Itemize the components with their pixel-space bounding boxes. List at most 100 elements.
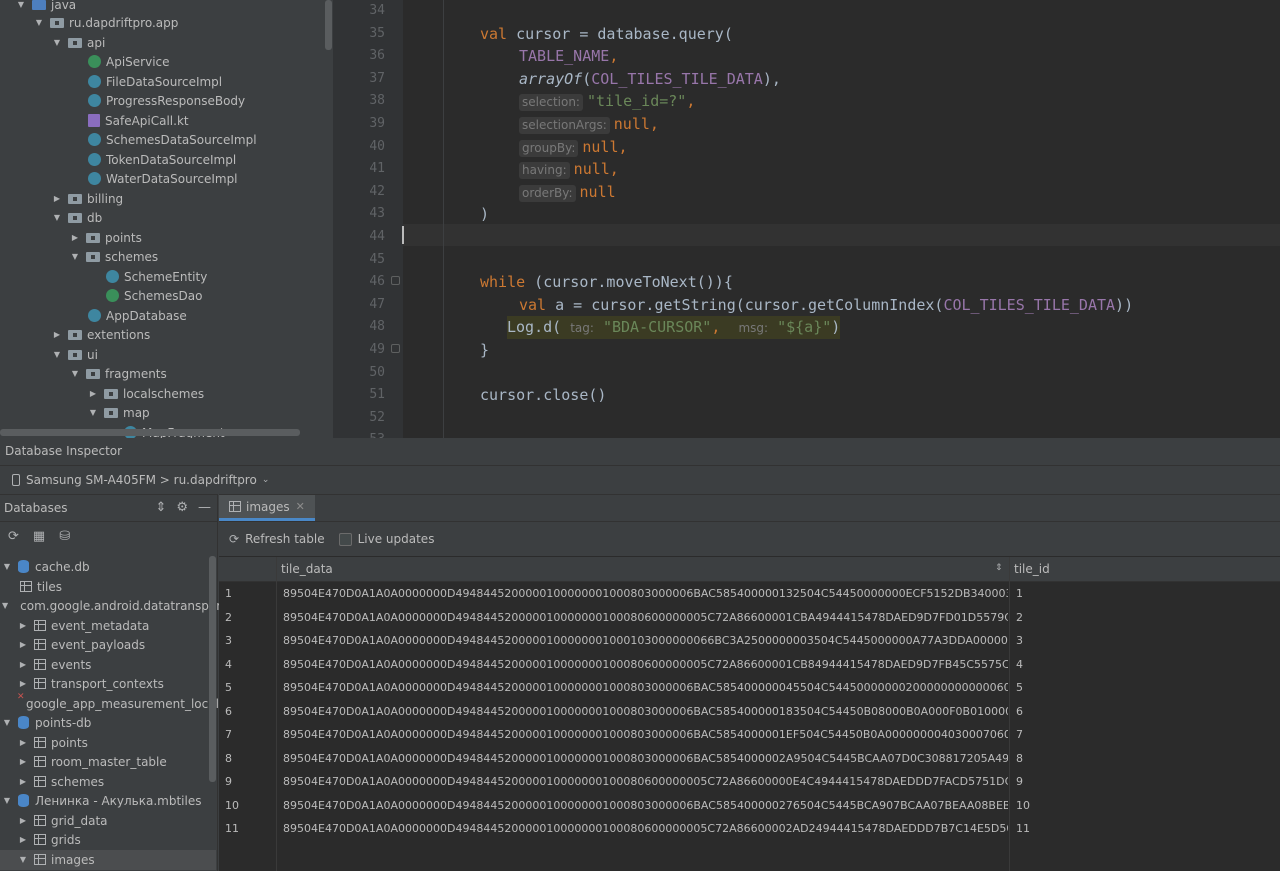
table-item-grid-data[interactable]: ▶ grid_data — [18, 811, 208, 831]
column-header-tile-data[interactable]: tile_data — [277, 557, 333, 582]
minimize-icon[interactable]: — — [198, 500, 211, 515]
tile-id-cell[interactable]: 1 — [1016, 582, 1076, 606]
tree-item-api[interactable]: ▼ api — [52, 33, 105, 52]
table-item-event-metadata[interactable]: ▶ event_metadata — [18, 616, 208, 636]
tree-item-billing[interactable]: ▶ billing — [52, 189, 123, 208]
tree-item-db[interactable]: ▼ db — [52, 208, 102, 227]
collapse-arrow-icon[interactable]: ▶ — [18, 757, 28, 767]
tree-item-appdatabase[interactable]: AppDatabase — [88, 306, 187, 325]
expand-arrow-icon[interactable]: ▼ — [52, 213, 62, 223]
tile-data-cell[interactable]: 89504E470D0A1A0A0000000D4948445200000100… — [283, 606, 1008, 630]
table-item-grids[interactable]: ▶ grids — [18, 830, 208, 850]
horizontal-scrollbar[interactable] — [0, 429, 300, 436]
tile-id-cell[interactable]: 6 — [1016, 700, 1076, 724]
tree-item-map[interactable]: ▼ map — [88, 403, 150, 422]
expand-arrow-icon[interactable]: ▼ — [52, 38, 62, 48]
tree-item-java[interactable]: ▼ java — [16, 0, 76, 14]
sort-icon[interactable]: ⇕ — [995, 563, 1003, 573]
table-row[interactable]: 5 89504E470D0A1A0A0000000D494844520000010… — [219, 676, 1280, 700]
data-grid[interactable]: tile_data ⇕ tile_id 1 89504E470D0A1A0A000… — [219, 557, 1280, 871]
collapse-arrow-icon[interactable]: ▶ — [18, 660, 28, 670]
vertical-scrollbar[interactable] — [325, 0, 332, 50]
expand-arrow-icon[interactable]: ▼ — [2, 796, 12, 806]
tile-id-cell[interactable]: 5 — [1016, 676, 1076, 700]
collapse-arrow-icon[interactable]: ▶ — [88, 389, 98, 399]
table-item-points[interactable]: ▶ points — [18, 733, 208, 753]
tree-item-package-app[interactable]: ▼ ru.dapdriftpro.app — [34, 13, 178, 32]
collapse-arrow-icon[interactable]: ▶ — [18, 621, 28, 631]
databases-scrollbar[interactable] — [209, 556, 216, 782]
tree-item-filedatasourceimpl[interactable]: FileDataSourceImpl — [88, 72, 222, 91]
collapse-arrow-icon[interactable]: ▶ — [70, 233, 80, 243]
tile-id-cell[interactable]: 10 — [1016, 794, 1076, 818]
table-item-schemes[interactable]: ▶ schemes — [18, 772, 208, 792]
tile-id-cell[interactable]: 11 — [1016, 817, 1076, 841]
table-row[interactable]: 7 89504E470D0A1A0A0000000D494844520000010… — [219, 723, 1280, 747]
collapse-arrow-icon[interactable]: ▶ — [18, 835, 28, 845]
collapse-arrow-icon[interactable]: ▶ — [18, 679, 28, 689]
table-row[interactable]: 3 89504E470D0A1A0A0000000D494844520000010… — [219, 629, 1280, 653]
tile-data-cell[interactable]: 89504E470D0A1A0A0000000D4948445200000100… — [283, 629, 1008, 653]
refresh-table-button[interactable]: Refresh table — [245, 532, 325, 546]
table-row[interactable]: 8 89504E470D0A1A0A0000000D494844520000010… — [219, 747, 1280, 771]
collapse-arrow-icon[interactable]: ▶ — [52, 330, 62, 340]
expand-arrow-icon[interactable]: ▼ — [2, 718, 12, 728]
collapse-arrow-icon[interactable]: ▶ — [52, 194, 62, 204]
expand-arrow-icon[interactable]: ▼ — [70, 252, 80, 262]
tile-data-cell[interactable]: 89504E470D0A1A0A0000000D4948445200000100… — [283, 700, 1008, 724]
tile-data-cell[interactable]: 89504E470D0A1A0A0000000D4948445200000100… — [283, 770, 1008, 794]
table-item-room-master-table[interactable]: ▶ room_master_table — [18, 752, 208, 772]
table-item-tiles[interactable]: tiles — [20, 577, 210, 597]
table-row[interactable]: 10 89504E470D0A1A0A0000000D49484452000001… — [219, 794, 1280, 818]
tree-item-safeapicall[interactable]: SafeApiCall.kt — [88, 111, 189, 130]
tree-item-tokendatasourceimpl[interactable]: TokenDataSourceImpl — [88, 150, 236, 169]
tile-id-cell[interactable]: 2 — [1016, 606, 1076, 630]
tab-images[interactable]: images ✕ — [219, 495, 315, 521]
table-row[interactable]: 4 89504E470D0A1A0A0000000D494844520000010… — [219, 653, 1280, 677]
tile-data-cell[interactable]: 89504E470D0A1A0A0000000D4948445200000100… — [283, 582, 1008, 606]
tile-data-cell[interactable]: 89504E470D0A1A0A0000000D4948445200000100… — [283, 723, 1008, 747]
fold-marker-icon[interactable] — [391, 344, 400, 353]
table-item-event-payloads[interactable]: ▶ event_payloads — [18, 635, 208, 655]
live-updates-checkbox[interactable] — [338, 532, 352, 546]
tile-data-cell[interactable]: 89504E470D0A1A0A0000000D4948445200000100… — [283, 676, 1008, 700]
tile-id-cell[interactable]: 8 — [1016, 747, 1076, 771]
tree-item-extentions[interactable]: ▶ extentions — [52, 325, 150, 344]
expand-arrow-icon[interactable]: ▼ — [2, 562, 12, 572]
device-selector[interactable]: Samsung SM-A405FM > ru.dapdriftpro ⌄ — [0, 465, 1280, 493]
tile-data-cell[interactable]: 89504E470D0A1A0A0000000D4948445200000100… — [283, 794, 1008, 818]
expand-arrow-icon[interactable]: ▼ — [88, 408, 98, 418]
db-item-cache-db[interactable]: ▼ cache.db — [2, 557, 210, 577]
column-header-tile-id[interactable]: tile_id — [1010, 557, 1050, 582]
refresh-icon[interactable]: ⟳ — [8, 529, 19, 544]
table-row[interactable]: 1 89504E470D0A1A0A0000000D494844520000010… — [219, 582, 1280, 606]
tile-id-cell[interactable]: 7 — [1016, 723, 1076, 747]
table-row[interactable]: 2 89504E470D0A1A0A0000000D494844520000010… — [219, 606, 1280, 630]
table-item-transport-contexts[interactable]: ▶ transport_contexts — [18, 674, 208, 694]
expand-arrow-icon[interactable]: ▼ — [52, 350, 62, 360]
table-row[interactable]: 6 89504E470D0A1A0A0000000D494844520000010… — [219, 700, 1280, 724]
table-row[interactable]: 11 89504E470D0A1A0A0000000D49484452000001… — [219, 817, 1280, 841]
tile-data-cell[interactable]: 89504E470D0A1A0A0000000D4948445200000100… — [283, 747, 1008, 771]
expand-arrow-icon[interactable]: ▼ — [34, 18, 44, 28]
table-item-events[interactable]: ▶ events — [18, 655, 208, 675]
tree-item-localschemes[interactable]: ▶ localschemes — [88, 384, 204, 403]
tree-item-schemesdao[interactable]: SchemesDao — [106, 286, 202, 305]
expand-arrow-icon[interactable]: ▼ — [2, 601, 8, 611]
collapse-arrow-icon[interactable]: ▶ — [18, 640, 28, 650]
run-query-icon[interactable]: ▦ — [33, 529, 45, 544]
chevron-down-icon[interactable]: ⌄ — [262, 475, 270, 485]
fold-marker-icon[interactable] — [391, 276, 400, 285]
tile-id-cell[interactable]: 4 — [1016, 653, 1076, 677]
tree-item-ui[interactable]: ▼ ui — [52, 345, 98, 364]
table-row[interactable]: 9 89504E470D0A1A0A0000000D494844520000010… — [219, 770, 1280, 794]
tree-item-fragments[interactable]: ▼ fragments — [70, 364, 167, 383]
expand-arrow-icon[interactable]: ▼ — [18, 855, 28, 865]
tree-item-progressresponsebody[interactable]: ProgressResponseBody — [88, 91, 245, 110]
tile-id-cell[interactable]: 3 — [1016, 629, 1076, 653]
code-editor[interactable]: 34 35 36 37 38 39 40 41 42 43 44 45 46 4… — [333, 0, 1280, 438]
db-item-mbtiles[interactable]: ▼ Ленинка - Акулька.mbtiles — [2, 791, 210, 811]
collapse-arrow-icon[interactable]: ▶ — [18, 777, 28, 787]
expand-arrow-icon[interactable]: ▼ — [70, 369, 80, 379]
tree-item-schemes[interactable]: ▼ schemes — [70, 247, 158, 266]
